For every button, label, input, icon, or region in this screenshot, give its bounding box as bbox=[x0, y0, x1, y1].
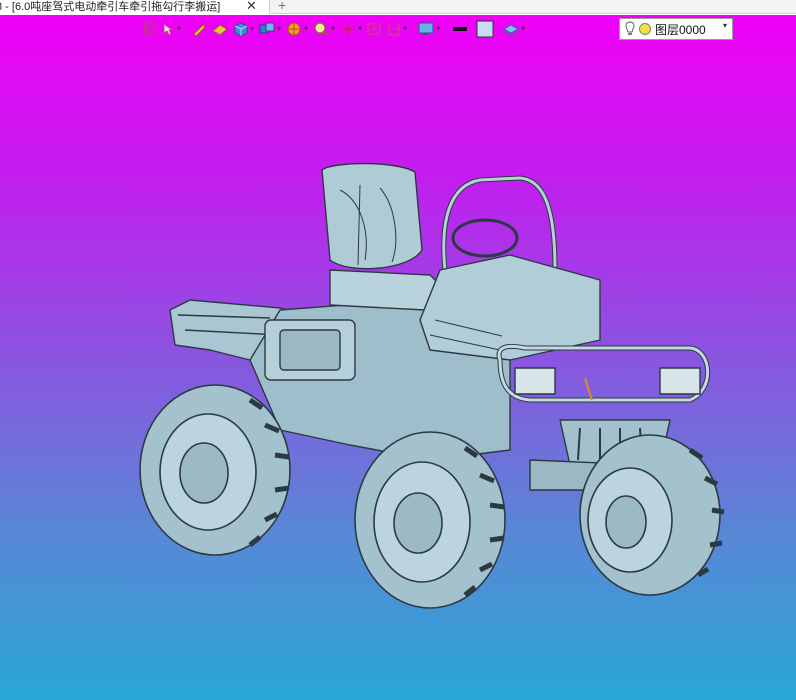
new-tab-button[interactable]: + bbox=[278, 0, 286, 12]
layer-name: 图层0000 bbox=[655, 22, 706, 37]
front-left-wheel bbox=[354, 431, 506, 609]
pointer-button[interactable]: ▾ bbox=[160, 18, 181, 40]
monitor-icon bbox=[418, 22, 434, 35]
headlight-right bbox=[659, 367, 701, 395]
chevron-down-icon[interactable]: ▾ bbox=[521, 24, 525, 34]
eraser-icon bbox=[212, 24, 228, 36]
chevron-down-icon[interactable]: ▾ bbox=[358, 24, 362, 34]
exit-icon bbox=[141, 22, 155, 36]
seat-back bbox=[321, 162, 423, 270]
magnifier-icon bbox=[314, 22, 328, 36]
measure-button[interactable]: ▾ bbox=[386, 18, 407, 40]
hand-pointer-icon bbox=[163, 23, 174, 36]
chevron-down-icon[interactable]: ▾ bbox=[277, 24, 281, 34]
color-button[interactable] bbox=[476, 18, 494, 40]
line-style-button[interactable] bbox=[452, 18, 468, 40]
exit-button[interactable] bbox=[140, 18, 156, 40]
display-settings-button[interactable]: ▾ bbox=[417, 18, 440, 40]
lightbulb-icon[interactable] bbox=[624, 21, 636, 37]
tow-tractor-model[interactable] bbox=[130, 160, 730, 610]
front-right-wheel bbox=[579, 434, 725, 596]
pencil-icon bbox=[193, 24, 206, 37]
view-orientation-button[interactable]: ▾ bbox=[258, 18, 281, 40]
dimension-icon bbox=[388, 23, 400, 36]
render-style-button[interactable]: ▾ bbox=[285, 18, 308, 40]
pan-button[interactable]: ▾ bbox=[339, 18, 362, 40]
chevron-down-icon[interactable]: ▾ bbox=[304, 24, 308, 34]
section-icon bbox=[367, 23, 381, 35]
document-tab[interactable]: 3 - [6.0吨座驾式电动牵引车牵引拖勾行李搬运] ✕ bbox=[0, 0, 270, 14]
zoom-button[interactable]: ▾ bbox=[312, 18, 335, 40]
close-icon[interactable]: ✕ bbox=[246, 0, 257, 13]
headlight-left bbox=[514, 367, 556, 395]
chevron-down-icon[interactable]: ▾ bbox=[436, 24, 440, 34]
line-weight-icon bbox=[453, 27, 468, 31]
cube-icon bbox=[234, 22, 248, 37]
pen-button[interactable] bbox=[191, 18, 207, 40]
move-arrows-icon bbox=[342, 23, 355, 35]
chevron-down-icon[interactable]: ▾ bbox=[177, 24, 181, 34]
layer-dropdown[interactable]: 图层0000 ▾ bbox=[619, 18, 733, 40]
color-swatch-icon bbox=[476, 20, 494, 38]
chevron-down-icon[interactable]: ▾ bbox=[331, 24, 335, 34]
rear-left-wheel bbox=[139, 384, 291, 556]
chevron-down-icon[interactable]: ▾ bbox=[723, 21, 727, 30]
sun-icon[interactable] bbox=[638, 22, 652, 36]
solid-view-button[interactable]: ▾ bbox=[233, 18, 254, 40]
layers-icon bbox=[503, 24, 519, 36]
eraser-button[interactable] bbox=[211, 18, 229, 40]
section-view-button[interactable] bbox=[366, 18, 382, 40]
document-tab-title: 3 - [6.0吨座驾式电动牵引车牵引拖勾行李搬运] bbox=[0, 1, 221, 13]
chevron-down-icon[interactable]: ▾ bbox=[403, 24, 407, 34]
sphere-render-icon bbox=[287, 22, 301, 36]
view-toolbar: ▾ ▾ ▾ ▾ ▾ ▾ ▾ ▾ ▾ bbox=[140, 16, 529, 42]
tab-bar: 3 - [6.0吨座驾式电动牵引车牵引拖勾行李搬运] ✕ + bbox=[0, 0, 796, 14]
layer-manager-button[interactable]: ▾ bbox=[502, 18, 525, 40]
chevron-down-icon[interactable]: ▾ bbox=[250, 24, 254, 34]
view-cube-icon bbox=[259, 22, 275, 34]
steering-wheel bbox=[451, 218, 519, 258]
